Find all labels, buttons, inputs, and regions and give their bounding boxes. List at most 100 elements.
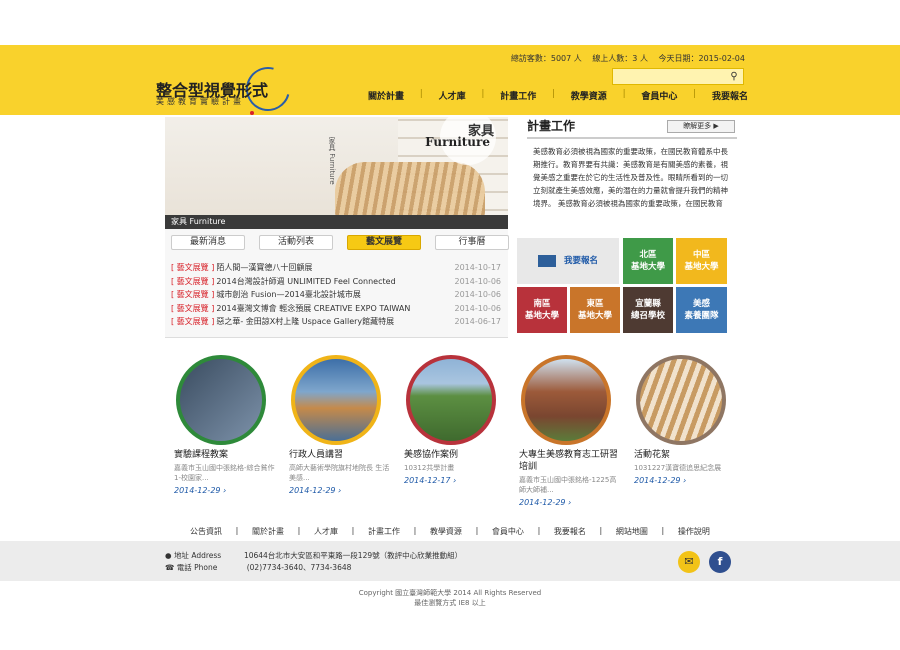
list-item[interactable]: [ 藝文展覽 ] 陌人間—漢寶德八十回顧展 2014-10-17 [171,261,501,275]
address-row: ● 地址 Address 10644台北市大安區和平東路一段129號（教評中心欣業… [165,550,462,562]
footer-link-resources[interactable]: 教學資源 [430,526,462,537]
list-item[interactable]: [ 藝文展覽 ] 2014臺灣文博會 輕念預展 CREATIVE EXPO TAI… [171,302,501,316]
nav-project[interactable]: 計畫工作 [500,89,536,103]
card-image[interactable] [636,355,726,445]
facebook-icon[interactable]: f [709,551,731,573]
address-label: 地址 Address [173,551,222,560]
wooden-chair-graphic [335,162,485,222]
card-image[interactable] [291,355,381,445]
news-date: 2014-06-17 [454,317,502,327]
news-tag: [ 藝文展覽 ] [171,276,215,286]
phone-icon: ☎ [165,563,175,572]
signup-tile-label: 我要報名 [563,256,598,266]
central-base-tile[interactable]: 中區 基地大學 [676,238,727,284]
logo-subtitle: 美感教育實驗計畫 [156,97,244,106]
aesthetics-team-tile[interactable]: 美感 素養團隊 [676,287,727,333]
nav-divider: | [419,89,423,99]
south-base-tile[interactable]: 南區 基地大學 [517,287,567,333]
footer-link-project[interactable]: 計畫工作 [368,526,400,537]
card-image[interactable] [521,355,611,445]
card-image[interactable] [176,355,266,445]
nav-resources[interactable]: 教學資源 [571,89,607,103]
feature-card[interactable]: 行政人員講習 高師大藝術學院旗村地院長 生活美感... 2014-12-29 › [283,355,393,495]
footer-link-sitemap[interactable]: 網站地圖 [616,526,648,537]
footer-link-talent[interactable]: 人才庫 [314,526,338,537]
card-date: 2014-12-17 › [404,476,457,485]
card-title[interactable]: 活動花絮 [634,449,738,461]
card-image[interactable] [406,355,496,445]
list-item[interactable]: [ 藝文展覽 ] 2014台灣設計師週 UNLIMITED Feel Connec… [171,275,501,289]
card-date: 2014-12-29 › [174,486,227,495]
feature-card[interactable]: 美感協作案例 10312共學計畫 2014-12-17 › [398,355,508,485]
news-title[interactable]: 城市創治 Fusion—2014臺北設計城市展 [216,289,451,300]
copyright: Copyright 國立臺灣師範大學 2014 All Rights Reser… [0,588,900,608]
footer-divider: | [351,526,355,535]
pin-icon: ● [165,551,172,560]
card-title[interactable]: 美感協作案例 [404,449,508,461]
banner-category-en: Furniture [425,135,490,149]
learn-more-button[interactable]: 瞭解更多 ▶ [667,120,735,133]
card-title[interactable]: 大專生美感教育志工研習培訓 [519,449,623,473]
nav-talent[interactable]: 人才庫 [439,89,466,103]
card-title[interactable]: 實驗課程教案 [174,449,278,461]
card-date: 2014-12-29 › [519,498,572,507]
list-item[interactable]: [ 藝文展覽 ] 惡之華- 金田諒X村上隆 Uspace Gallery館藏特展 2… [171,315,501,329]
feature-card[interactable]: 實驗課程教案 嘉義市玉山國中張銘格-綜合貧作1-校園家... 2014-12-2… [168,355,278,495]
news-date: 2014-10-17 [454,263,502,273]
browser-note: 最佳瀏覽方式 IE8 以上 [414,599,486,607]
footer-link-announcements[interactable]: 公告資訊 [190,526,222,537]
list-item[interactable]: [ 藝文展覽 ] 城市創治 Fusion—2014臺北設計城市展 2014-10-0… [171,288,501,302]
footer-divider: | [297,526,301,535]
signup-tile[interactable]: 我要報名 [517,238,619,284]
card-description: 嘉義市玉山國中張銘格-1225高師大師補... [519,476,617,494]
nav-signup[interactable]: 我要報名 [712,89,748,103]
south-base-label: 南區 基地大學 [524,299,559,321]
nav-divider: | [481,89,485,99]
north-base-tile[interactable]: 北區 基地大學 [623,238,673,284]
feature-card[interactable]: 活動花絮 1031227漢寶德追思紀念展 2014-12-29 › [628,355,738,485]
footer-link-member[interactable]: 會員中心 [492,526,524,537]
footer-divider: | [475,526,479,535]
news-title[interactable]: 陌人間—漢寶德八十回顧展 [216,262,451,273]
banner-image[interactable]: 家具 Furniture 家具 Furniture [165,117,508,229]
nav-member[interactable]: 會員中心 [641,89,677,103]
news-tag: [ 藝文展覽 ] [171,290,215,300]
feature-card[interactable]: 大專生美感教育志工研習培訓 嘉義市玉山國中張銘格-1225高師大師補... 20… [513,355,623,507]
card-title[interactable]: 行政人員講習 [289,449,393,461]
tab-exhibitions[interactable]: 藝文展覽 [347,235,421,250]
search-icon[interactable]: ⚲ [725,69,743,84]
news-title[interactable]: 2014台灣設計師週 UNLIMITED Feel Connected [216,276,451,287]
card-description: 10312共學計畫 [404,464,455,472]
footer-divider: | [661,526,665,535]
search-input[interactable]: ⚲ [612,68,744,85]
news-title[interactable]: 惡之華- 金田諒X村上隆 Uspace Gallery館藏特展 [216,316,451,327]
nav-divider: | [551,89,556,99]
nav-divider: | [622,89,626,99]
main-nav: 關於計畫 | 人才庫 | 計畫工作 | 教學資源 | 會員中心 | 我要報名 [368,89,748,103]
banner-vertical-text: 家具 Furniture [328,137,336,185]
tab-latest-news[interactable]: 最新消息 [171,235,245,250]
footer-link-help[interactable]: 操作說明 [678,526,710,537]
east-base-label: 東區 基地大學 [577,299,612,321]
card-description: 嘉義市玉山國中張銘格-綜合貧作1-校園家... [174,464,275,482]
divider [527,137,737,139]
east-base-tile[interactable]: 東區 基地大學 [570,287,620,333]
region-grid: 我要報名 北區 基地大學 中區 基地大學 南區 基地大學 東區 基地大學 宜蘭縣… [517,238,727,333]
address-value: 10644台北市大安區和平東路一段129號（教評中心欣業推動組） [243,551,463,560]
tab-calendar[interactable]: 行事曆 [435,235,509,250]
footer-divider: | [413,526,417,535]
yilan-school-tile[interactable]: 宜蘭縣 總召學校 [623,287,673,333]
card-description: 1031227漢寶德追思紀念展 [634,464,722,472]
nav-about[interactable]: 關於計畫 [368,89,404,103]
news-title[interactable]: 2014臺灣文博會 輕念預展 CREATIVE EXPO TAIWAN [216,303,451,314]
news-tag: [ 藝文展覽 ] [171,303,215,313]
mail-icon[interactable]: ✉ [678,551,700,573]
footer-link-signup[interactable]: 我要報名 [554,526,586,537]
aesthetics-team-label: 美感 素養團隊 [684,299,719,321]
news-tabs: 最新消息 活動列表 藝文展覽 行事曆 [171,235,509,250]
tab-events[interactable]: 活動列表 [259,235,333,250]
phone-row: ☎ 電話 Phone (02)7734-3640、7734-3648 [165,562,462,574]
footer-divider: | [235,526,239,535]
site-stats: 總訪客數：5007 人 線上人數：3 人 今天日期：2015-02-04 [503,53,745,64]
footer-link-about[interactable]: 關於計畫 [252,526,284,537]
